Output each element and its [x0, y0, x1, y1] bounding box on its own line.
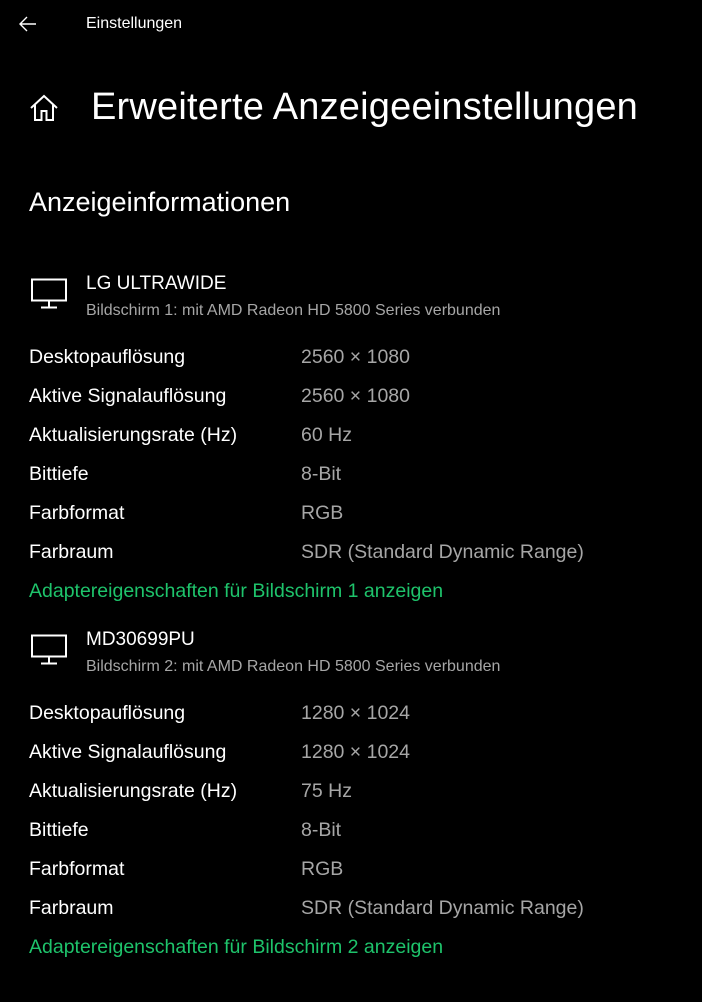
info-row-desktop-resolution: Desktopauflösung 2560 × 1080 — [0, 344, 702, 383]
display-connection: Bildschirm 2: mit AMD Radeon HD 5800 Ser… — [86, 658, 501, 675]
display-name: MD30699PU — [86, 629, 195, 650]
info-row-refresh-rate: Aktualisierungsrate (Hz) 60 Hz — [0, 422, 702, 461]
display-name: LG ULTRAWIDE — [86, 273, 227, 294]
info-row-color-format: Farbformat RGB — [0, 856, 702, 895]
info-label: Desktopauflösung — [29, 346, 186, 368]
info-label: Desktopauflösung — [29, 702, 186, 724]
arrow-left-icon — [19, 16, 36, 32]
info-label: Aktive Signalauflösung — [29, 385, 227, 407]
info-row-color-space: Farbraum SDR (Standard Dynamic Range) — [0, 539, 702, 578]
adapter-properties-link-2[interactable]: Adaptereigenschaften für Bildschirm 2 an… — [29, 934, 443, 960]
info-label: Bittiefe — [29, 819, 89, 841]
info-label: Farbraum — [29, 541, 114, 563]
info-value: 2560 × 1080 — [301, 346, 410, 368]
info-row-desktop-resolution: Desktopauflösung 1280 × 1024 — [0, 700, 702, 739]
home-icon — [30, 94, 58, 121]
page-title: Erweiterte Anzeigeeinstellungen — [91, 86, 638, 128]
home-button[interactable] — [28, 92, 60, 124]
info-value: 2560 × 1080 — [301, 385, 410, 407]
info-value: SDR (Standard Dynamic Range) — [301, 897, 584, 919]
info-label: Farbformat — [29, 858, 125, 880]
info-value: RGB — [301, 858, 344, 880]
info-label: Aktualisierungsrate (Hz) — [29, 424, 238, 446]
info-value: 1280 × 1024 — [301, 741, 410, 763]
monitor-icon — [31, 634, 67, 665]
info-value: 60 Hz — [301, 424, 352, 446]
section-title: Anzeigeinformationen — [29, 187, 291, 217]
info-label: Farbraum — [29, 897, 114, 919]
info-row-color-format: Farbformat RGB — [0, 500, 702, 539]
info-label: Aktualisierungsrate (Hz) — [29, 780, 238, 802]
info-label: Bittiefe — [29, 463, 89, 485]
info-value: RGB — [301, 502, 344, 524]
info-value: SDR (Standard Dynamic Range) — [301, 541, 584, 563]
info-value: 1280 × 1024 — [301, 702, 410, 724]
info-row-signal-resolution: Aktive Signalauflösung 1280 × 1024 — [0, 739, 702, 778]
info-label: Aktive Signalauflösung — [29, 741, 227, 763]
back-button[interactable] — [10, 6, 46, 42]
info-row-bit-depth: Bittiefe 8-Bit — [0, 461, 702, 500]
info-row-color-space: Farbraum SDR (Standard Dynamic Range) — [0, 895, 702, 934]
display-connection: Bildschirm 1: mit AMD Radeon HD 5800 Ser… — [86, 302, 501, 319]
info-value: 8-Bit — [301, 463, 342, 485]
info-row-refresh-rate: Aktualisierungsrate (Hz) 75 Hz — [0, 778, 702, 817]
app-title: Einstellungen — [86, 15, 183, 32]
info-value: 75 Hz — [301, 780, 352, 802]
info-label: Farbformat — [29, 502, 125, 524]
title-bar: Einstellungen — [0, 0, 702, 48]
info-row-signal-resolution: Aktive Signalauflösung 2560 × 1080 — [0, 383, 702, 422]
info-value: 8-Bit — [301, 819, 342, 841]
info-row-bit-depth: Bittiefe 8-Bit — [0, 817, 702, 856]
monitor-icon — [31, 278, 67, 309]
adapter-properties-link-1[interactable]: Adaptereigenschaften für Bildschirm 1 an… — [29, 578, 443, 604]
